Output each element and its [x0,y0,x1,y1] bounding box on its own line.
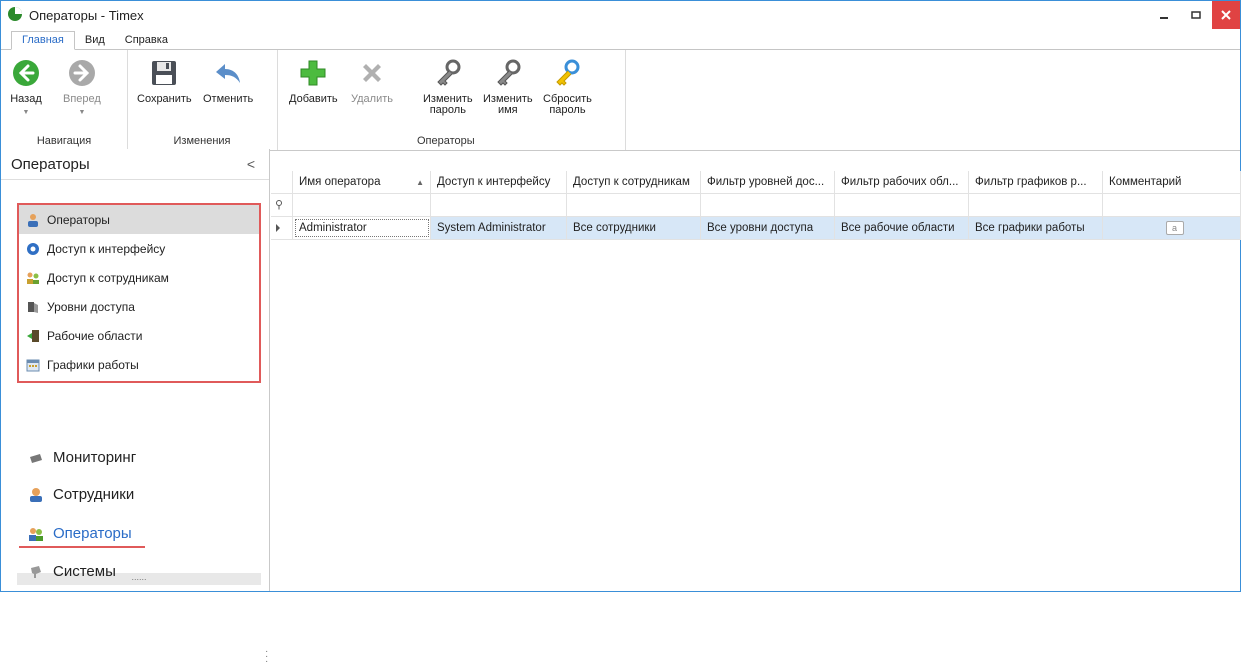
row-indicator-icon [271,217,293,239]
sidebar-item-schedules[interactable]: Графики работы [19,350,259,379]
column-header-work-area-filter[interactable]: Фильтр рабочих обл... [835,171,969,193]
save-button[interactable]: Сохранить [137,56,192,105]
sidebar-item-employee-access[interactable]: Доступ к сотрудникам [19,263,259,292]
access-level-icon [25,300,41,314]
window-title: Операторы - Timex [29,7,144,23]
sidebar-item-interface-access[interactable]: Доступ к интерфейсу [19,234,259,263]
memo-icon: a [1165,221,1184,235]
floppy-disk-icon [147,56,181,90]
menu-bar: Главная Вид Справка [1,29,1240,50]
filter-cell-employee-access[interactable] [567,194,701,216]
interface-access-icon [25,242,41,256]
ribbon-group-label: Навигация [36,135,92,147]
filter-cell-interface-access[interactable] [431,194,567,216]
tab-help[interactable]: Справка [115,32,178,49]
systems-icon [27,564,45,580]
forward-arrow-icon [65,56,99,90]
module-systems[interactable]: Системы [27,563,116,580]
delete-x-icon [355,56,389,90]
maximize-button[interactable] [1180,1,1212,29]
undo-icon [211,56,245,90]
filter-cell-comment[interactable] [1103,194,1241,216]
monitor-icon [27,450,45,466]
change-password-button[interactable]: Изменить пароль [423,56,473,116]
key-icon [431,56,465,90]
employee-access-icon [25,271,41,285]
colored-key-icon [550,56,584,90]
column-header-employee-access[interactable]: Доступ к сотрудникам [567,171,701,193]
column-header-comment[interactable]: Комментарий [1103,171,1241,193]
schedule-icon [25,358,41,372]
column-header-schedule-filter[interactable]: Фильтр графиков р... [969,171,1103,193]
cell-operator-name[interactable]: Administrator [293,217,431,239]
title-bar: Операторы - Timex [1,1,1240,29]
sidebar-item-access-levels[interactable]: Уровни доступа [19,292,259,321]
cell-employee-access[interactable]: Все сотрудники [567,217,701,239]
filter-row-icon [271,194,293,216]
operators-icon [27,526,45,542]
forward-button[interactable]: Вперед ▼ [63,56,101,118]
cell-interface-access[interactable]: System Administrator [431,217,567,239]
collapse-sidebar-button[interactable]: < [247,156,255,172]
filter-cell-access-level[interactable] [701,194,835,216]
filter-cell-work-area[interactable] [835,194,969,216]
add-button[interactable]: Добавить [289,56,338,105]
column-header-interface-access[interactable]: Доступ к интерфейсу [431,171,567,193]
tab-home[interactable]: Главная [11,31,75,50]
chevron-down-icon: ▼ [78,109,86,116]
sidebar-item-work-areas[interactable]: Рабочие области [19,321,259,350]
chevron-down-icon: ▼ [22,109,30,116]
resize-grip-icon[interactable]: · · · [265,647,268,667]
sidebar-title: Операторы [11,155,90,173]
grid-filter-row [271,194,1241,217]
active-module-underline [19,546,145,548]
sidebar-item-operators[interactable]: Операторы [19,205,259,234]
employees-icon [27,487,45,503]
close-icon [1221,10,1231,20]
sidebar-nav-list: Операторы Доступ к интерфейсу Доступ к с… [17,203,261,383]
ribbon-group-label: Операторы [417,135,475,147]
plus-icon [296,56,330,90]
column-header-operator-name[interactable]: Имя оператора ▲ [293,171,431,193]
close-button[interactable] [1212,1,1240,29]
ribbon-group-changes: Сохранить Отменить Изменения [127,50,278,150]
work-area-icon [25,329,41,343]
operator-icon [25,213,41,227]
cell-schedule-filter[interactable]: Все графики работы [969,217,1103,239]
module-employees[interactable]: Сотрудники [27,486,134,503]
ribbon-group-operators: Добавить Удалить Изменить пароль Изменит… [277,50,626,150]
ribbon: Назад ▼ Вперед ▼ Навигация Сохранить Отм… [1,50,1240,151]
delete-button[interactable]: Удалить [351,56,393,105]
table-row[interactable]: Administrator System Administrator Все с… [271,217,1241,240]
app-window: Операторы - Timex Главная Вид Справка На [0,0,1241,667]
filter-cell-schedule[interactable] [969,194,1103,216]
sort-ascending-icon: ▲ [416,177,424,187]
reset-password-button[interactable]: Сбросить пароль [543,56,592,116]
minimize-button[interactable] [1148,1,1180,29]
module-monitoring[interactable]: Мониторинг [27,449,136,466]
cell-comment[interactable]: a [1103,217,1241,239]
cell-work-area-filter[interactable]: Все рабочие области [835,217,969,239]
sidebar: Операторы < Операторы Доступ к интерфейс… [1,149,270,667]
ribbon-group-label: Изменения [173,135,231,147]
app-logo-icon [7,6,23,25]
column-header-access-level-filter[interactable]: Фильтр уровней дос... [701,171,835,193]
back-button[interactable]: Назад ▼ [9,56,43,118]
filter-cell-operator-name[interactable] [293,194,431,216]
module-operators[interactable]: Операторы [27,525,132,542]
change-name-button[interactable]: Изменить имя [483,56,533,116]
cancel-button[interactable]: Отменить [203,56,253,105]
back-arrow-icon [9,56,43,90]
operators-grid: Имя оператора ▲ Доступ к интерфейсу Дост… [271,171,1241,240]
row-indicator-header [271,171,293,193]
grid-header-row: Имя оператора ▲ Доступ к интерфейсу Дост… [271,171,1241,194]
sidebar-header: Операторы < [1,149,269,180]
ribbon-group-navigation: Назад ▼ Вперед ▼ Навигация [1,50,128,150]
cell-access-level-filter[interactable]: Все уровни доступа [701,217,835,239]
key-icon [491,56,525,90]
tab-view[interactable]: Вид [75,32,115,49]
